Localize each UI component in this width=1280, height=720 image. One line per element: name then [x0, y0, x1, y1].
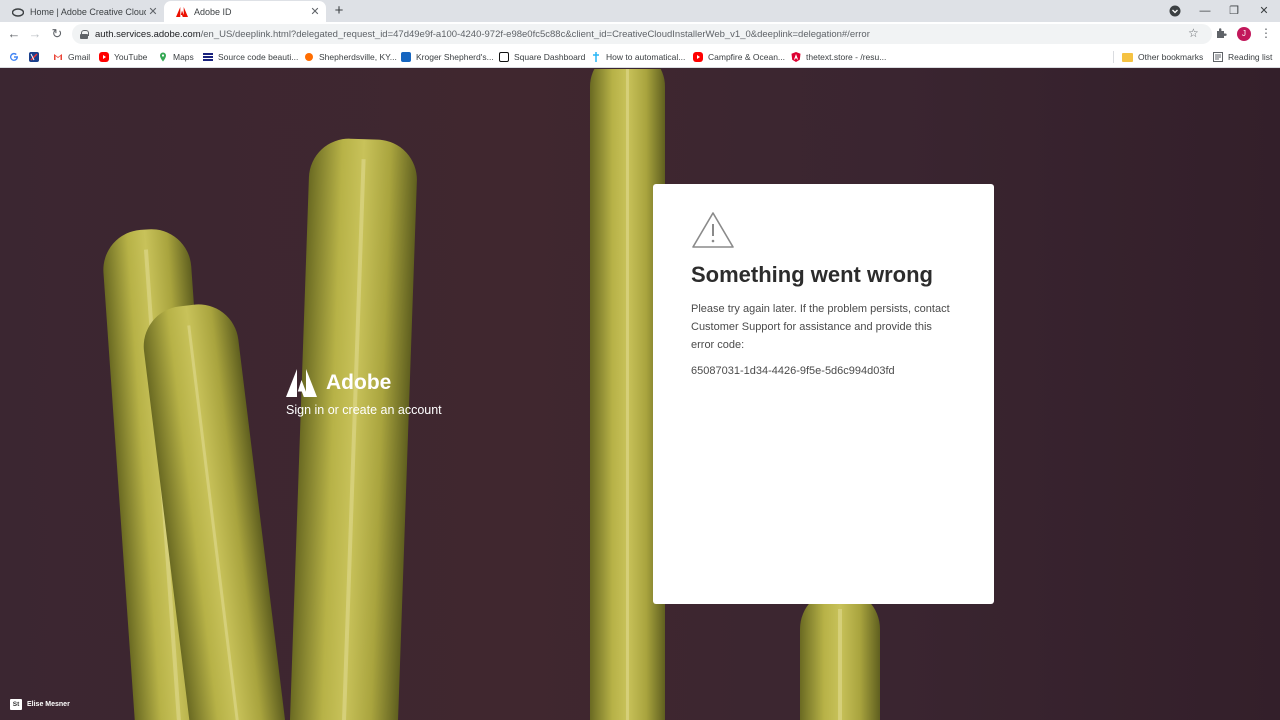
more-menu-icon[interactable]: ⋮	[1260, 26, 1272, 40]
close-window-icon[interactable]: ✕	[1251, 2, 1277, 20]
youtube-icon	[693, 52, 703, 62]
extensions-icon[interactable]	[1215, 27, 1227, 42]
adobe-favicon-icon	[176, 6, 188, 18]
back-arrow-icon[interactable]: ←	[6, 26, 22, 42]
star-icon[interactable]: ☆	[1188, 26, 1199, 40]
kroger-icon	[401, 52, 411, 62]
bookmark-item[interactable]	[29, 50, 44, 64]
bookmarks-bar: Gmail YouTube Maps Source code beauti...…	[0, 46, 1280, 68]
bookmarks-divider	[1113, 51, 1114, 63]
bookmark-kroger[interactable]: Kroger Shepherd's...	[401, 50, 494, 64]
bookmark-square[interactable]: Square Dashboard	[499, 50, 585, 64]
bookmark-campfire[interactable]: Campfire & Ocean...	[693, 50, 785, 64]
lock-icon	[80, 29, 89, 39]
error-message: Please try again later. If the problem p…	[691, 303, 950, 351]
youtube-icon	[99, 52, 109, 62]
warning-icon	[692, 212, 734, 248]
restore-icon[interactable]: ❐	[1221, 2, 1247, 20]
google-icon	[9, 52, 19, 62]
bookmark-google[interactable]	[9, 50, 24, 64]
stock-badge-icon: St	[10, 699, 22, 710]
profile-avatar[interactable]: J	[1237, 27, 1251, 41]
tab-title: Adobe ID	[194, 6, 232, 17]
folder-icon	[1122, 52, 1133, 62]
tab-title: Home | Adobe Creative Cloud	[30, 6, 146, 17]
tab-adobe-id[interactable]: Adobe ID ✕	[164, 1, 326, 22]
pin-icon	[591, 52, 601, 62]
reading-list[interactable]: Reading list	[1213, 50, 1272, 64]
brand-name: Adobe	[326, 371, 392, 394]
bookmark-gmail[interactable]: Gmail	[53, 50, 90, 64]
bookmark-how-to[interactable]: How to automatical...	[591, 50, 685, 64]
background-photo-cactus	[800, 589, 880, 720]
square-icon	[499, 52, 509, 62]
photo-credit-name: Elise Mesner	[27, 701, 70, 708]
url-text: auth.services.adobe.com/en_US/deeplink.h…	[95, 28, 870, 40]
sun-icon	[304, 52, 314, 62]
background-photo-cactus	[289, 137, 419, 720]
new-tab-icon[interactable]: +	[331, 3, 347, 19]
maps-icon	[158, 52, 168, 62]
list-icon	[203, 52, 213, 62]
tab-search-icon[interactable]	[1162, 2, 1188, 20]
error-code: 65087031-1d34-4426-9f5e-5d6c994d03fd	[691, 365, 895, 377]
close-tab-icon[interactable]: ✕	[308, 5, 322, 19]
tab-strip: Home | Adobe Creative Cloud ✕ Adobe ID ✕…	[0, 0, 1280, 22]
page-background: Adobe Sign in or create an account Somet…	[0, 69, 1280, 720]
bookmark-shepherdsville[interactable]: Shepherdsville, KY...	[304, 50, 397, 64]
browser-toolbar: ← → ↻ auth.services.adobe.com/en_US/deep…	[0, 22, 1280, 46]
adobe-logo-icon	[286, 369, 317, 397]
adobe-brand: Adobe Sign in or create an account	[286, 369, 442, 417]
error-title: Something went wrong	[691, 262, 933, 287]
tab-creative-cloud[interactable]: Home | Adobe Creative Cloud ✕	[0, 1, 164, 22]
reading-list-icon	[1213, 52, 1223, 62]
close-tab-icon[interactable]: ✕	[146, 5, 160, 19]
gmail-icon	[53, 52, 63, 62]
bookmark-source-code[interactable]: Source code beauti...	[203, 50, 298, 64]
address-bar[interactable]: auth.services.adobe.com/en_US/deeplink.h…	[72, 24, 1212, 44]
creative-cloud-icon	[11, 6, 25, 18]
forward-arrow-icon[interactable]: →	[27, 26, 43, 42]
error-card: Something went wrong Please try again la…	[653, 184, 994, 604]
bookmark-maps[interactable]: Maps	[158, 50, 194, 64]
photo-credit[interactable]: St Elise Mesner	[10, 699, 70, 710]
brand-tagline: Sign in or create an account	[286, 403, 442, 417]
angular-icon	[791, 52, 801, 62]
other-bookmarks[interactable]: Other bookmarks	[1122, 50, 1203, 64]
minimize-icon[interactable]: —	[1192, 2, 1218, 20]
bookmark-youtube[interactable]: YouTube	[99, 50, 147, 64]
reload-icon[interactable]: ↻	[49, 26, 65, 42]
bookmark-thetext[interactable]: thetext.store - /resu...	[791, 50, 886, 64]
bookmark-icon	[29, 52, 39, 62]
